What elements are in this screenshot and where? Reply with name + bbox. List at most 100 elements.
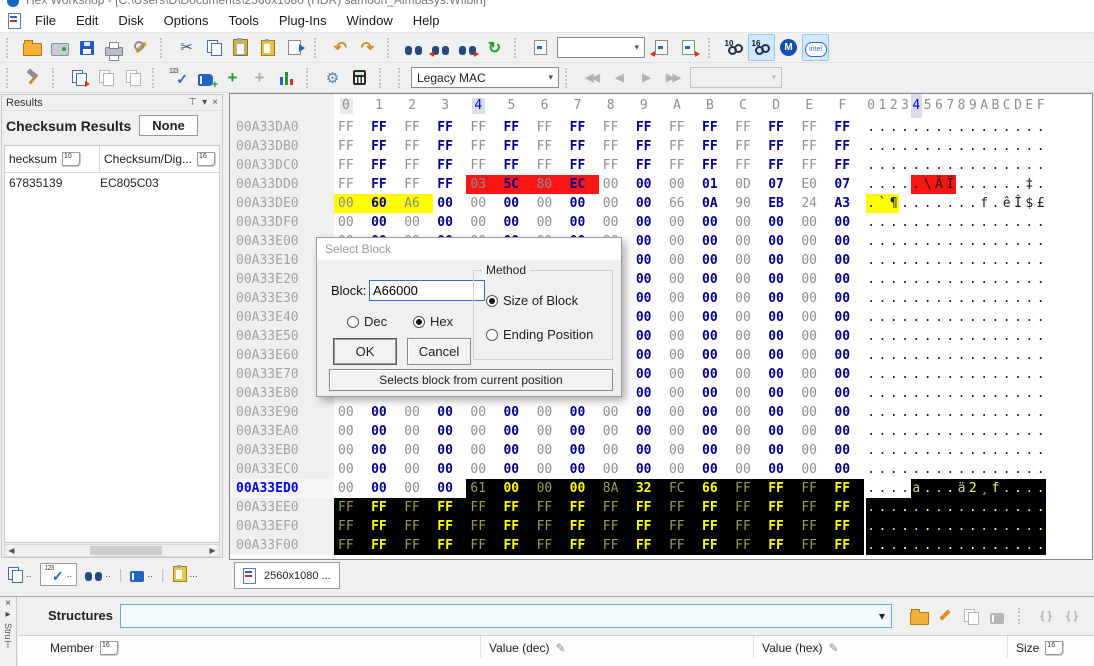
ascii-char[interactable]: . bbox=[1024, 270, 1035, 289]
hex-byte[interactable]: FF bbox=[400, 156, 433, 175]
ascii-char[interactable]: . bbox=[967, 213, 978, 232]
ascii-char[interactable]: . bbox=[866, 137, 877, 156]
hex-row-address[interactable]: 00A33DF0 bbox=[230, 213, 334, 232]
hex-byte[interactable]: FF bbox=[764, 118, 797, 137]
hex-byte[interactable]: 00 bbox=[764, 327, 797, 346]
ascii-char[interactable]: . bbox=[978, 460, 989, 479]
ascii-char[interactable]: . bbox=[866, 213, 877, 232]
ascii-char[interactable]: . bbox=[911, 422, 922, 441]
ascii-char[interactable]: . bbox=[899, 327, 910, 346]
hex-byte[interactable]: FF bbox=[367, 156, 400, 175]
ascii-char[interactable]: . bbox=[877, 156, 888, 175]
ascii-char[interactable]: . bbox=[990, 251, 1001, 270]
ascii-char[interactable]: . bbox=[990, 403, 1001, 422]
ascii-char[interactable]: . bbox=[1001, 365, 1012, 384]
hex-byte[interactable]: FF bbox=[566, 118, 599, 137]
hex-byte[interactable]: 00 bbox=[731, 422, 764, 441]
hex-byte[interactable]: 00 bbox=[367, 213, 400, 232]
find-previous-button[interactable] bbox=[427, 34, 454, 61]
ascii-char[interactable]: . bbox=[888, 517, 899, 536]
hex-byte[interactable]: 0A bbox=[698, 194, 731, 213]
hex-byte[interactable]: 00 bbox=[632, 194, 665, 213]
hex-byte[interactable]: 00 bbox=[632, 175, 665, 194]
ascii-char[interactable]: . bbox=[888, 346, 899, 365]
hex-byte[interactable]: FF bbox=[797, 156, 830, 175]
ascii-char[interactable]: . bbox=[866, 327, 877, 346]
ascii-char[interactable]: . bbox=[1012, 384, 1023, 403]
hex-row-address[interactable]: 00A33DE0 bbox=[230, 194, 334, 213]
ascii-char[interactable]: . bbox=[1001, 517, 1012, 536]
ascii-char[interactable]: . bbox=[1024, 517, 1035, 536]
ascii-char[interactable]: . bbox=[911, 536, 922, 555]
hex-byte[interactable]: 00 bbox=[731, 213, 764, 232]
hex-byte[interactable]: 00 bbox=[731, 270, 764, 289]
hex-row-address[interactable]: 00A33DA0 bbox=[230, 118, 334, 137]
ascii-char[interactable]: . bbox=[1012, 422, 1023, 441]
hex-byte[interactable]: 00 bbox=[334, 403, 367, 422]
hex-byte[interactable]: 00 bbox=[334, 422, 367, 441]
open-drive-button[interactable] bbox=[46, 34, 73, 61]
hex-byte[interactable]: FF bbox=[731, 137, 764, 156]
ascii-char[interactable]: ä bbox=[956, 479, 967, 498]
document-tab[interactable]: 2560x1080 ... bbox=[234, 562, 340, 589]
ascii-char[interactable]: . bbox=[911, 137, 922, 156]
ascii-char[interactable]: . bbox=[978, 270, 989, 289]
add-structure-button[interactable]: + bbox=[219, 64, 246, 91]
hex-byte[interactable]: 00 bbox=[367, 479, 400, 498]
ascii-char[interactable]: . bbox=[967, 194, 978, 213]
ascii-char[interactable]: . bbox=[1024, 232, 1035, 251]
hex-byte[interactable]: 00 bbox=[632, 365, 665, 384]
ascii-char[interactable]: . bbox=[1035, 232, 1046, 251]
hex-byte[interactable]: FF bbox=[533, 517, 566, 536]
hex-byte[interactable]: 00 bbox=[433, 213, 466, 232]
pin-icon[interactable]: ⊤ bbox=[188, 97, 197, 108]
hex-byte[interactable]: 00 bbox=[632, 251, 665, 270]
hex-byte[interactable]: FF bbox=[632, 137, 665, 156]
radio-dec[interactable]: Dec bbox=[347, 314, 387, 329]
hex-byte[interactable]: FF bbox=[830, 517, 863, 536]
paste-button[interactable] bbox=[227, 34, 254, 61]
ascii-char[interactable]: . bbox=[1035, 327, 1046, 346]
ascii-char[interactable]: . bbox=[1035, 118, 1046, 137]
ascii-char[interactable]: . bbox=[1035, 536, 1046, 555]
hex-byte[interactable]: 00 bbox=[566, 460, 599, 479]
ascii-char[interactable]: . bbox=[1001, 327, 1012, 346]
ascii-char[interactable]: . bbox=[933, 441, 944, 460]
ascii-char[interactable]: . bbox=[877, 365, 888, 384]
ascii-char[interactable]: . bbox=[956, 289, 967, 308]
hex-byte[interactable]: 00 bbox=[698, 213, 731, 232]
hex-byte[interactable]: FF bbox=[665, 118, 698, 137]
hex-byte[interactable]: FF bbox=[334, 517, 367, 536]
ascii-char[interactable]: . bbox=[945, 536, 956, 555]
ascii-char[interactable]: . bbox=[888, 289, 899, 308]
ascii-char[interactable]: . bbox=[1012, 118, 1023, 137]
ascii-char[interactable]: . bbox=[967, 118, 978, 137]
hex-byte[interactable]: FF bbox=[830, 498, 863, 517]
menu-tools[interactable]: Tools bbox=[218, 13, 268, 28]
ascii-char[interactable]: . bbox=[945, 384, 956, 403]
hex-byte[interactable]: 00 bbox=[764, 232, 797, 251]
ascii-char[interactable]: . bbox=[990, 270, 1001, 289]
ascii-char[interactable]: . bbox=[978, 175, 989, 194]
unpack-button[interactable]: { } bbox=[1035, 605, 1057, 627]
value-dec-column-header[interactable]: Value (dec) ✎ bbox=[480, 636, 752, 659]
save-structure-button[interactable] bbox=[960, 605, 982, 627]
ascii-char[interactable]: . bbox=[866, 498, 877, 517]
hex-byte[interactable]: FF bbox=[797, 479, 830, 498]
ascii-char[interactable]: . bbox=[1001, 441, 1012, 460]
hex-byte[interactable]: FF bbox=[566, 517, 599, 536]
ascii-char[interactable]: . bbox=[990, 308, 1001, 327]
ascii-char[interactable]: . bbox=[945, 517, 956, 536]
ascii-char[interactable]: f bbox=[978, 194, 989, 213]
hex-byte[interactable]: FF bbox=[533, 156, 566, 175]
find-next-button[interactable] bbox=[454, 34, 481, 61]
ascii-char[interactable]: . bbox=[888, 251, 899, 270]
ascii-char[interactable]: . bbox=[1001, 479, 1012, 498]
ascii-char[interactable]: . bbox=[911, 384, 922, 403]
hex-byte[interactable]: 00 bbox=[731, 384, 764, 403]
toolbar-grip[interactable] bbox=[379, 68, 388, 88]
ascii-char[interactable]: . bbox=[1012, 498, 1023, 517]
ascii-char[interactable]: $ bbox=[1024, 194, 1035, 213]
ascii-char[interactable]: . bbox=[1001, 460, 1012, 479]
hex-byte[interactable]: FF bbox=[433, 137, 466, 156]
